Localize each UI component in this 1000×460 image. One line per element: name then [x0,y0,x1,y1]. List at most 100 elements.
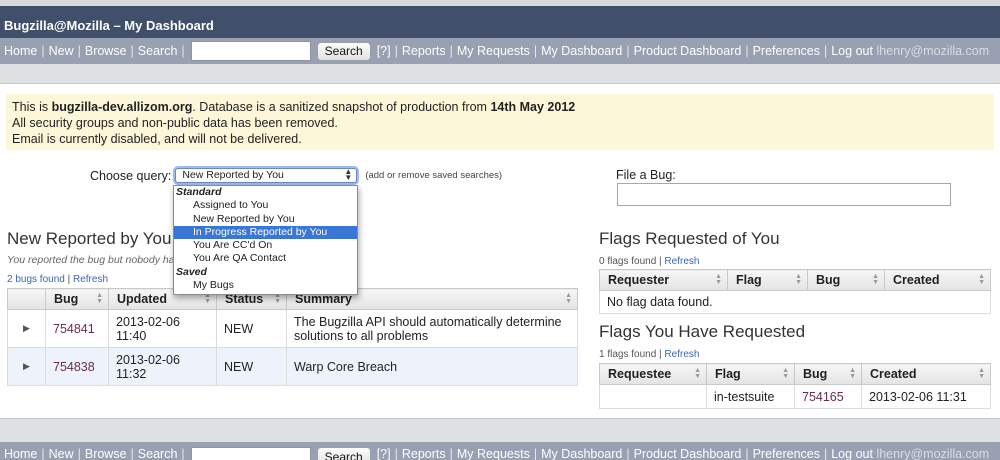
bugs-count-link[interactable]: 2 bugs found [7,274,65,285]
sort-icon: ▲ ▼ [565,292,572,305]
flags-you-requested-count-line: 1 flags found | Refresh [599,349,700,360]
footer-divider [0,418,1000,442]
bug-link[interactable]: 754841 [53,322,95,336]
query-label: Choose query: [90,168,172,183]
dropdown-option-qa-contact[interactable]: You Are QA Contact [174,252,357,265]
notice-line-3: Email is currently disabled, and will no… [12,132,302,146]
bugs-description: You reported the bug but nobody has acce… [7,254,177,266]
nav-reports[interactable]: Reports [402,44,446,58]
flags-you-requested-refresh-link[interactable]: Refresh [664,349,699,360]
sort-icon: ▲ ▼ [694,367,701,380]
file-bug-input[interactable] [617,183,951,206]
bug-summary: The Bugzilla API should automatically de… [286,309,578,348]
search-button[interactable]: Search [316,41,371,61]
dropdown-group-standard: Standard [176,186,222,198]
bug-status: NEW [216,309,287,348]
flags-you-requested-heading: Flags You Have Requested [599,322,806,341]
dropdown-option-ccd-on[interactable]: You Are CC'd On [174,239,357,252]
user-email: lhenry@mozilla.com [876,44,990,58]
nav-my-requests[interactable]: My Requests [457,44,530,58]
dropdown-group-saved: Saved [176,265,207,278]
dropdown-option-assigned[interactable]: Assigned to You [174,199,357,212]
nav-search[interactable]: Search [138,447,178,460]
header-divider [0,64,1000,84]
help-link[interactable]: [?] [377,44,391,58]
column-header-bug[interactable]: Bug ▲ ▼ [45,288,109,310]
notice-host: bugzilla-dev.allizom.org [51,100,193,114]
nav-logout[interactable]: Log out [831,44,873,58]
nav-preferences[interactable]: Preferences [753,447,820,460]
nav-browse[interactable]: Browse [85,447,127,460]
column-header-requestee[interactable]: Requestee ▲ ▼ [599,363,707,385]
table-row: ▶ 754838 2013-02-06 11:32 NEW Warp Core … [7,347,578,386]
flags-requested-count-line: 0 flags found | Refresh [599,256,700,267]
flag-requestee [599,384,707,409]
nav-search[interactable]: Search [138,44,178,58]
nav-new[interactable]: New [49,447,74,460]
file-bug-label: File a Bug: [616,168,676,182]
bugs-table: Bug ▲ ▼ Updated ▲ ▼ Status ▲ ▼ Summary ▲ ▼ ▶ 754… [7,288,578,386]
saved-searches-link[interactable]: (add or remove saved searches) [365,170,502,181]
query-select[interactable]: New Reported by You ▲ ▼ [175,168,358,183]
no-flags-message: No flag data found. [599,290,991,314]
column-header-created[interactable]: Created ▲ ▼ [861,363,991,385]
sort-icon: ▲ ▼ [872,273,879,286]
nav-new[interactable]: New [49,44,74,58]
nav-product-dashboard[interactable]: Product Dashboard [634,44,742,58]
flags-requested-refresh-link[interactable]: Refresh [664,256,699,267]
expand-row-icon[interactable]: ▶ [7,347,46,386]
bug-updated: 2013-02-06 11:32 [108,347,217,386]
expand-column-header [7,288,46,310]
bugs-refresh-link[interactable]: Refresh [73,274,108,285]
nav-product-dashboard[interactable]: Product Dashboard [634,447,742,460]
nav-my-dashboard[interactable]: My Dashboard [541,447,622,460]
flags-requested-table: Requester ▲ ▼ Flag ▲ ▼ Bug ▲ ▼ Created ▲ ▼ No fl… [599,269,991,314]
flag-bug-link[interactable]: 754165 [802,390,844,404]
dropdown-option-new-reported[interactable]: New Reported by You [174,213,357,226]
environment-notice: This is bugzilla-dev.allizom.org. Databa… [6,94,994,150]
dropdown-option-in-progress-reported[interactable]: In Progress Reported by You [174,225,357,240]
main-content: This is bugzilla-dev.allizom.org. Databa… [0,84,1000,418]
bug-link[interactable]: 754838 [53,360,95,374]
bug-summary: Warp Core Breach [286,347,578,386]
bugs-heading: New Reported by You [7,229,172,248]
top-navbar: Home | New | Browse | Search | Search [?] | R… [0,38,1000,64]
search-button[interactable]: Search [316,447,371,460]
nav-reports[interactable]: Reports [402,447,446,460]
notice-line-2: All security groups and non-public data … [12,116,338,130]
page-title: Bugzilla@Mozilla – My Dashboard [0,0,1000,38]
nav-my-requests[interactable]: My Requests [457,447,530,460]
nav-home[interactable]: Home [4,44,37,58]
dropdown-option-my-bugs[interactable]: My Bugs [174,279,357,292]
notice-date: 14th May 2012 [490,100,576,114]
nav-preferences[interactable]: Preferences [753,44,820,58]
column-header-flag[interactable]: Flag ▲ ▼ [706,363,795,385]
quicksearch-input[interactable] [190,447,311,460]
table-row: No flag data found. [599,290,991,314]
help-link[interactable]: [?] [377,447,391,460]
bug-updated: 2013-02-06 11:40 [108,309,217,348]
nav-home[interactable]: Home [4,447,37,460]
bottom-navbar: Home | New | Browse | Search | Search [?] | R… [0,442,1000,460]
flags-you-requested-count: 1 flags found [599,349,657,360]
nav-browse[interactable]: Browse [85,44,127,58]
sort-icon: ▲ ▼ [849,367,856,380]
sort-icon: ▲ ▼ [978,367,985,380]
nav-my-dashboard[interactable]: My Dashboard [541,44,622,58]
flags-requested-heading: Flags Requested of You [599,229,780,248]
sort-icon: ▲ ▼ [978,273,985,286]
column-header-bug[interactable]: Bug ▲ ▼ [807,269,885,291]
flag-name: in-testsuite [706,384,795,409]
nav-logout[interactable]: Log out [831,447,873,460]
query-select-value: New Reported by You [182,169,284,181]
sort-icon: ▲ ▼ [715,273,722,286]
column-header-requester[interactable]: Requester ▲ ▼ [599,269,728,291]
column-header-bug[interactable]: Bug ▲ ▼ [794,363,862,385]
user-email: lhenry@mozilla.com [876,447,990,460]
table-row: ▶ 754841 2013-02-06 11:40 NEW The Bugzil… [7,309,578,348]
expand-row-icon[interactable]: ▶ [7,309,46,348]
column-header-created[interactable]: Created ▲ ▼ [884,269,991,291]
column-header-flag[interactable]: Flag ▲ ▼ [727,269,808,291]
quicksearch-input[interactable] [190,41,311,61]
table-row: in-testsuite 754165 2013-02-06 11:31 [599,384,991,409]
